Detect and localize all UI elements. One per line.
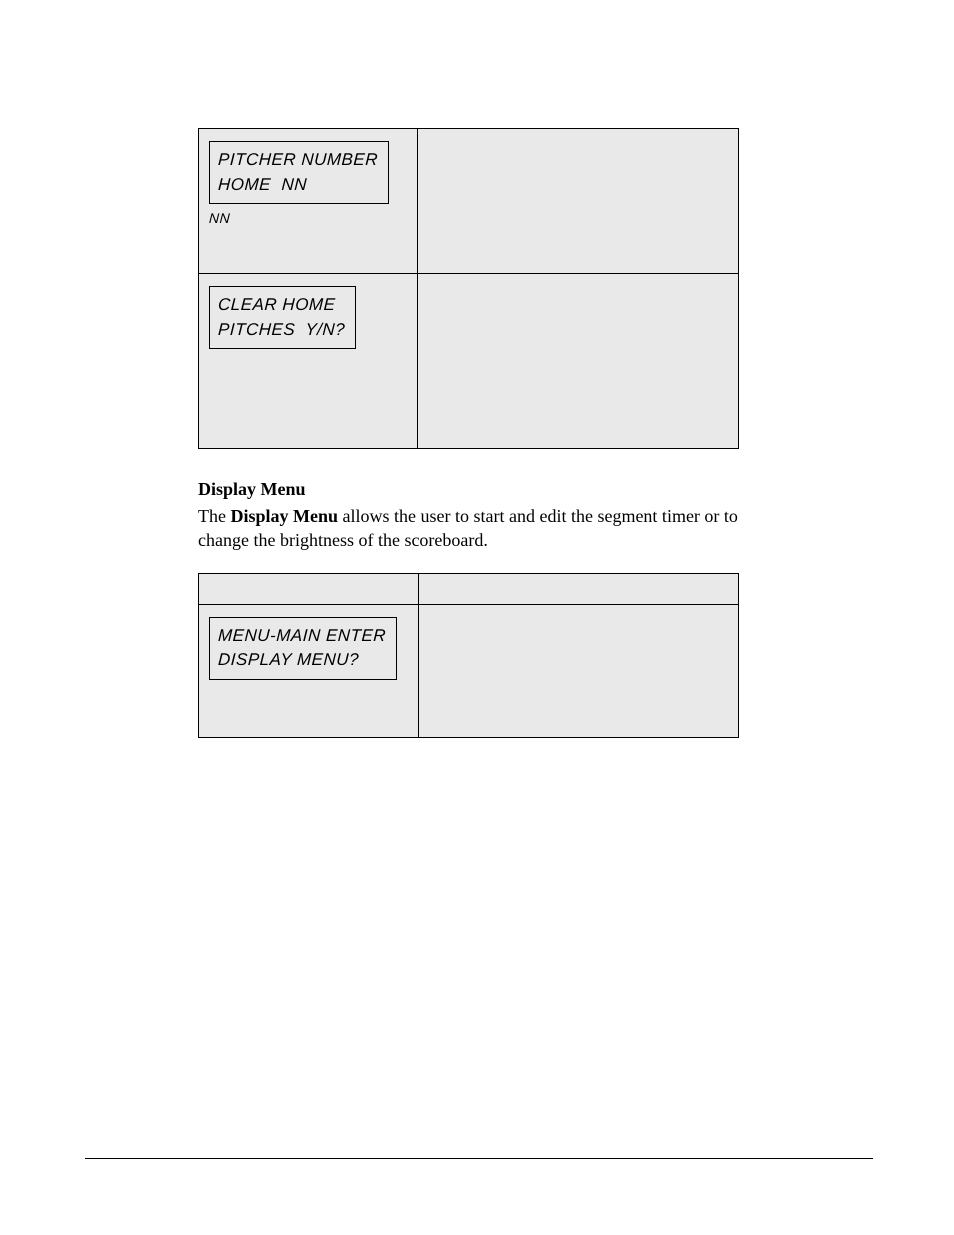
footer-divider: [85, 1158, 873, 1159]
lcd-below-text: NN: [209, 210, 231, 226]
section-paragraph: The Display Menu allows the user to star…: [198, 504, 739, 553]
description-cell: [417, 274, 738, 449]
description-cell: [418, 604, 738, 737]
lcd-cell: MENU-MAIN ENTER DISPLAY MENU?: [199, 604, 419, 737]
para-bold: Display Menu: [230, 506, 338, 526]
header-cell: [418, 573, 738, 604]
lcd-box-pitcher-number: PITCHER NUMBER HOME NN: [209, 141, 389, 204]
document-page: PITCHER NUMBER HOME NN NN CLEAR HOME PIT…: [0, 0, 954, 1235]
lcd-line: DISPLAY MENU?: [217, 648, 386, 673]
table-row: PITCHER NUMBER HOME NN NN: [199, 129, 739, 274]
lcd-table-2: MENU-MAIN ENTER DISPLAY MENU?: [198, 573, 739, 738]
lcd-cell: CLEAR HOME PITCHES Y/N?: [199, 274, 418, 449]
lcd-line: PITCHES Y/N?: [217, 318, 345, 343]
lcd-cell: PITCHER NUMBER HOME NN NN: [199, 129, 418, 274]
section-heading-display-menu: Display Menu: [198, 479, 739, 500]
header-cell: [199, 573, 419, 604]
lcd-table-1: PITCHER NUMBER HOME NN NN CLEAR HOME PIT…: [198, 128, 739, 449]
table-row: CLEAR HOME PITCHES Y/N?: [199, 274, 739, 449]
lcd-line: MENU-MAIN ENTER: [217, 624, 386, 649]
lcd-line: CLEAR HOME: [217, 293, 345, 318]
lcd-box-clear-home: CLEAR HOME PITCHES Y/N?: [209, 286, 356, 349]
lcd-line: PITCHER NUMBER: [217, 148, 378, 173]
para-text: The: [198, 506, 230, 526]
description-cell: [417, 129, 738, 274]
table-header-row: [199, 573, 739, 604]
content-area: PITCHER NUMBER HOME NN NN CLEAR HOME PIT…: [198, 128, 739, 738]
lcd-line: HOME NN: [217, 173, 378, 198]
lcd-box-display-menu: MENU-MAIN ENTER DISPLAY MENU?: [209, 617, 397, 680]
table-row: MENU-MAIN ENTER DISPLAY MENU?: [199, 604, 739, 737]
